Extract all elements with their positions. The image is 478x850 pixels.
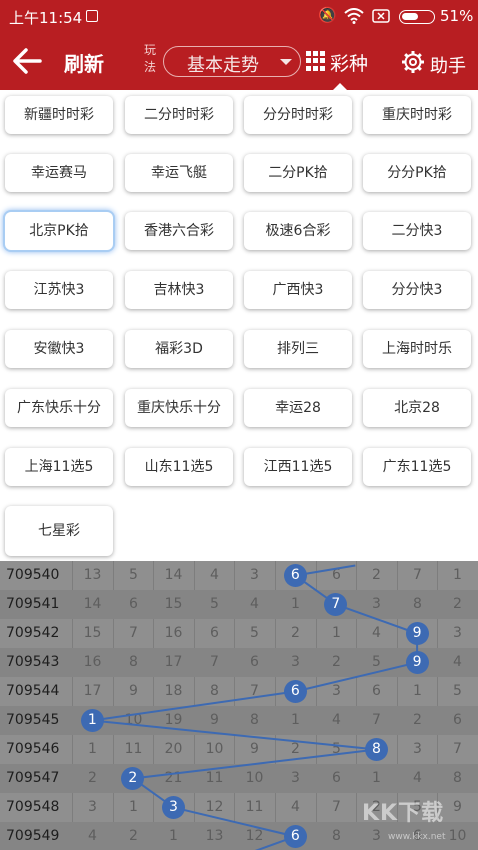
wifi-icon — [344, 8, 364, 24]
refresh-button[interactable]: 刷新 — [64, 48, 104, 77]
watermark: KK下载 — [362, 801, 445, 826]
hit-ball: 1 — [80, 709, 104, 732]
app-toolbar: 刷新 玩法 基本走势 彩种 助手 — [0, 33, 478, 90]
lottery-type-popup: 新疆时时彩 二分时时彩 分分时时彩 重庆时时彩幸运赛马 幸运飞艇 二分PK拾 分分PK拾北京… — [0, 90, 478, 561]
lottery-option[interactable]: 新疆时时彩 — [5, 96, 113, 134]
mute-bell-icon: 🔕 — [318, 6, 337, 24]
lottery-option[interactable]: 北京28 — [363, 389, 471, 427]
lottery-option[interactable]: 福彩3D — [125, 330, 233, 368]
battery-percent: 51% — [440, 7, 474, 25]
hit-ball: 3 — [162, 796, 185, 819]
lottery-option[interactable]: 重庆快乐十分 — [125, 389, 233, 427]
lottery-option[interactable]: 安徽快3 — [5, 330, 113, 368]
lottery-option[interactable]: 江苏快3 — [5, 271, 113, 309]
notification-icon — [86, 10, 98, 22]
play-mode-label: 玩法 — [144, 43, 157, 74]
popup-pointer — [333, 83, 347, 90]
lottery-option[interactable]: 上海11选5 — [5, 448, 113, 486]
play-mode-select[interactable]: 基本走势 — [163, 46, 301, 77]
lottery-option[interactable]: 极速6合彩 — [244, 212, 352, 250]
lottery-option[interactable]: 二分时时彩 — [125, 96, 233, 134]
lottery-option[interactable]: 分分时时彩 — [244, 96, 352, 134]
gear-icon[interactable] — [401, 50, 425, 74]
lottery-option[interactable]: 北京PK拾 — [5, 212, 113, 250]
lottery-option[interactable]: 排列三 — [244, 330, 352, 368]
dropdown-caret-icon — [280, 59, 292, 65]
grid-icon[interactable] — [306, 51, 326, 71]
lottery-option[interactable]: 分分PK拾 — [363, 154, 471, 192]
lottery-option[interactable]: 广西快3 — [244, 271, 352, 309]
lottery-option[interactable]: 七星彩 — [5, 506, 113, 556]
hit-ball: 6 — [283, 564, 307, 587]
back-arrow-icon[interactable] — [10, 45, 44, 77]
lottery-option[interactable]: 山东11选5 — [125, 448, 233, 486]
hit-ball: 9 — [405, 622, 429, 645]
lottery-option[interactable]: 幸运28 — [244, 389, 352, 427]
lottery-option[interactable]: 重庆时时彩 — [363, 96, 471, 134]
lottery-option[interactable]: 香港六合彩 — [125, 212, 233, 250]
lottery-option[interactable]: 二分PK拾 — [244, 154, 352, 192]
sim-off-icon — [372, 9, 390, 23]
hit-ball: 9 — [405, 651, 429, 674]
lottery-type-button[interactable]: 彩种 — [330, 49, 368, 76]
lottery-option[interactable]: 广东11选5 — [363, 448, 471, 486]
lottery-option[interactable]: 分分快3 — [363, 271, 471, 309]
battery-icon — [399, 10, 435, 24]
lottery-option[interactable]: 上海时时乐 — [363, 330, 471, 368]
lottery-option[interactable]: 幸运飞艇 — [125, 154, 233, 192]
status-time: 上午11:54 — [9, 9, 83, 27]
status-bar: 上午11:54 🔕 51% — [0, 0, 478, 33]
lottery-option[interactable]: 二分快3 — [363, 212, 471, 250]
lottery-option[interactable]: 广东快乐十分 — [5, 389, 113, 427]
hit-ball: 8 — [365, 738, 388, 761]
lottery-option[interactable]: 幸运赛马 — [5, 154, 113, 192]
helper-button[interactable]: 助手 — [430, 52, 466, 78]
lottery-option[interactable]: 江西11选5 — [244, 448, 352, 486]
lottery-option[interactable]: 吉林快3 — [125, 271, 233, 309]
play-mode-value: 基本走势 — [187, 55, 259, 76]
hit-ball: 6 — [283, 825, 307, 848]
watermark-url: www.kkx.net — [388, 832, 446, 842]
hit-ball: 6 — [283, 680, 307, 703]
